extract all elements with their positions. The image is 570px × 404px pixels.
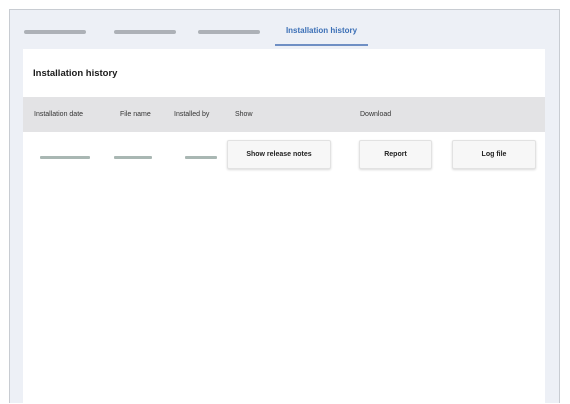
installation-history-panel: Installation history Installation date F… [23, 49, 545, 404]
table-header: Installation date File name Installed by… [23, 97, 545, 132]
panel-title: Installation history [33, 68, 118, 79]
tab-installation-history[interactable]: Installation history [275, 24, 368, 46]
installation-date-placeholder [40, 156, 90, 159]
column-header-download: Download [360, 111, 392, 118]
tab-placeholder-3[interactable] [198, 30, 260, 34]
column-header-file-name: File name [120, 111, 151, 118]
table-row: Show release notes Report Log file [23, 140, 545, 172]
window-frame: Installation history Installation histor… [9, 9, 560, 404]
active-tab-underline [275, 44, 368, 46]
tab-placeholder-2[interactable] [114, 30, 176, 34]
column-header-show: Show [235, 111, 253, 118]
report-button[interactable]: Report [359, 140, 432, 169]
log-file-button[interactable]: Log file [452, 140, 536, 169]
installed-by-placeholder [185, 156, 217, 159]
show-release-notes-button[interactable]: Show release notes [227, 140, 331, 169]
tab-bar: Installation history [10, 10, 559, 48]
column-header-installation-date: Installation date [34, 111, 84, 118]
file-name-placeholder [114, 156, 152, 159]
tab-placeholder-1[interactable] [24, 30, 86, 34]
tab-installation-history-label: Installation history [285, 26, 358, 35]
column-header-installed-by: Installed by [174, 111, 210, 118]
